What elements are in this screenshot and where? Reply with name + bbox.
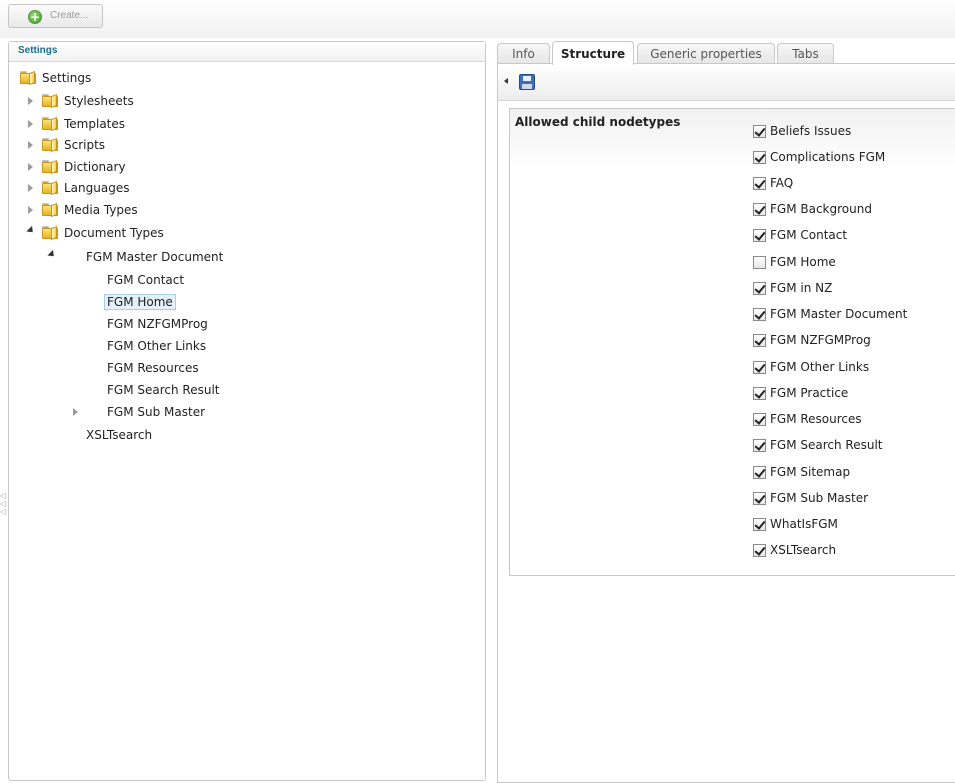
nodetype-checkbox[interactable] <box>753 151 766 164</box>
nodetype-checkbox[interactable] <box>753 439 766 452</box>
tree-node-label: FGM Master Document <box>86 250 224 264</box>
nodetype-checkbox[interactable] <box>753 361 766 374</box>
folder-icon <box>42 116 58 132</box>
nodetype-checkbox[interactable] <box>753 518 766 531</box>
tree-node-label: FGM Sub Master <box>107 405 206 419</box>
nodetype-checkbox[interactable] <box>753 544 766 557</box>
nodetype-checkbox[interactable] <box>753 387 766 400</box>
tree-node-label: Settings <box>42 71 92 85</box>
tab-strip: Info Structure Generic properties Tabs <box>497 41 955 65</box>
nodetype-option-label: FGM Contact <box>770 228 848 242</box>
nodetype-checkbox[interactable] <box>753 308 766 321</box>
expand-arrow-icon[interactable] <box>73 408 78 416</box>
tree-node-label: FGM Other Links <box>107 339 207 353</box>
editor-toolbar <box>498 64 955 101</box>
expand-arrow-icon[interactable] <box>28 97 33 105</box>
tree-node-label: FGM Resources <box>107 361 199 375</box>
nodetype-option-label: FGM NZFGMProg <box>770 333 871 347</box>
allowed-child-nodetypes-section: Allowed child nodetypes Beliefs Issues Co… <box>509 108 955 576</box>
nodetype-option-label: WhatIsFGM <box>770 517 838 531</box>
tree-node-label: Scripts <box>64 138 106 152</box>
create-button[interactable]: + Create... <box>8 4 103 28</box>
tree-node-label: Languages <box>64 181 130 195</box>
expand-arrow-icon[interactable] <box>28 141 33 149</box>
tree-node-label: Document Types <box>64 226 164 240</box>
nodetype-checkbox[interactable] <box>753 413 766 426</box>
nodetype-option-label: FGM in NZ <box>770 281 833 295</box>
expand-arrow-icon[interactable] <box>28 120 33 128</box>
tree-node-label: Templates <box>64 117 126 131</box>
folder-icon <box>42 225 58 241</box>
folder-icon <box>42 159 58 175</box>
nodetype-checkbox[interactable] <box>753 466 766 479</box>
nodetype-option-label: FGM Home <box>770 255 836 269</box>
tree-node-label: FGM NZFGMProg <box>107 317 208 331</box>
nodetype-option-label: Complications FGM <box>770 150 886 164</box>
nodetype-option-label: FGM Sub Master <box>770 491 869 505</box>
settings-tree-panel: Settings Settings Stylesheets Templates … <box>8 41 486 781</box>
expand-arrow-icon[interactable] <box>28 206 33 214</box>
tree-node-label-selected: FGM Home <box>104 294 176 310</box>
section-title: Allowed child nodetypes <box>515 115 681 129</box>
create-button-label: Create... <box>50 10 89 21</box>
tree-panel-header: Settings <box>9 42 485 62</box>
nodetype-option-label: XSLTsearch <box>770 543 837 557</box>
nodetype-option-label: FGM Master Document <box>770 307 908 321</box>
save-icon[interactable] <box>519 74 535 90</box>
folder-icon <box>42 137 58 153</box>
nodetype-checkbox[interactable] <box>753 256 766 269</box>
nodetype-option-label: FGM Resources <box>770 412 862 426</box>
nodetype-option-label: FGM Sitemap <box>770 465 851 479</box>
tree-node-label: Stylesheets <box>64 94 134 108</box>
nodetype-checkbox[interactable] <box>753 334 766 347</box>
nodetype-option-label: FGM Search Result <box>770 438 883 452</box>
nodetype-checkbox[interactable] <box>753 177 766 190</box>
expand-arrow-icon[interactable] <box>28 184 33 192</box>
nodetype-option-label: Beliefs Issues <box>770 124 852 138</box>
nodetype-checkbox[interactable] <box>753 229 766 242</box>
nodetype-checkbox[interactable] <box>753 125 766 138</box>
nodetype-option-label: FGM Practice <box>770 386 849 400</box>
panel-splitter-handle[interactable]: ◁ ◁ ◁ <box>0 492 6 522</box>
nodetype-checkbox[interactable] <box>753 282 766 295</box>
tab-generic-properties[interactable]: Generic properties <box>637 43 775 64</box>
tree-node-label: Dictionary <box>64 160 126 174</box>
left-arrow-icon[interactable] <box>504 78 508 84</box>
tree-node-label: XSLTsearch <box>86 428 153 442</box>
folder-icon <box>42 180 58 196</box>
tree-node-label: FGM Search Result <box>107 383 220 397</box>
nodetype-option-label: FAQ <box>770 176 794 190</box>
folder-icon <box>42 202 58 218</box>
tab-info[interactable]: Info <box>497 43 550 64</box>
folder-icon <box>42 93 58 109</box>
expand-arrow-icon[interactable] <box>28 163 33 171</box>
tree-node-label: FGM Contact <box>107 273 185 287</box>
collapse-arrow-icon[interactable] <box>26 225 36 236</box>
nodetype-checkbox[interactable] <box>753 203 766 216</box>
nodetype-checkbox[interactable] <box>753 492 766 505</box>
tab-tabs[interactable]: Tabs <box>777 43 834 64</box>
nodetype-option-label: FGM Other Links <box>770 360 870 374</box>
top-toolbar: + Create... <box>0 0 955 38</box>
tab-structure[interactable]: Structure <box>552 41 634 65</box>
collapse-arrow-icon[interactable] <box>47 249 57 260</box>
plus-circle-icon: + <box>28 10 42 24</box>
tree-node-label: Media Types <box>64 203 138 217</box>
folder-icon <box>20 70 36 86</box>
nodetype-option-label: FGM Background <box>770 202 872 216</box>
